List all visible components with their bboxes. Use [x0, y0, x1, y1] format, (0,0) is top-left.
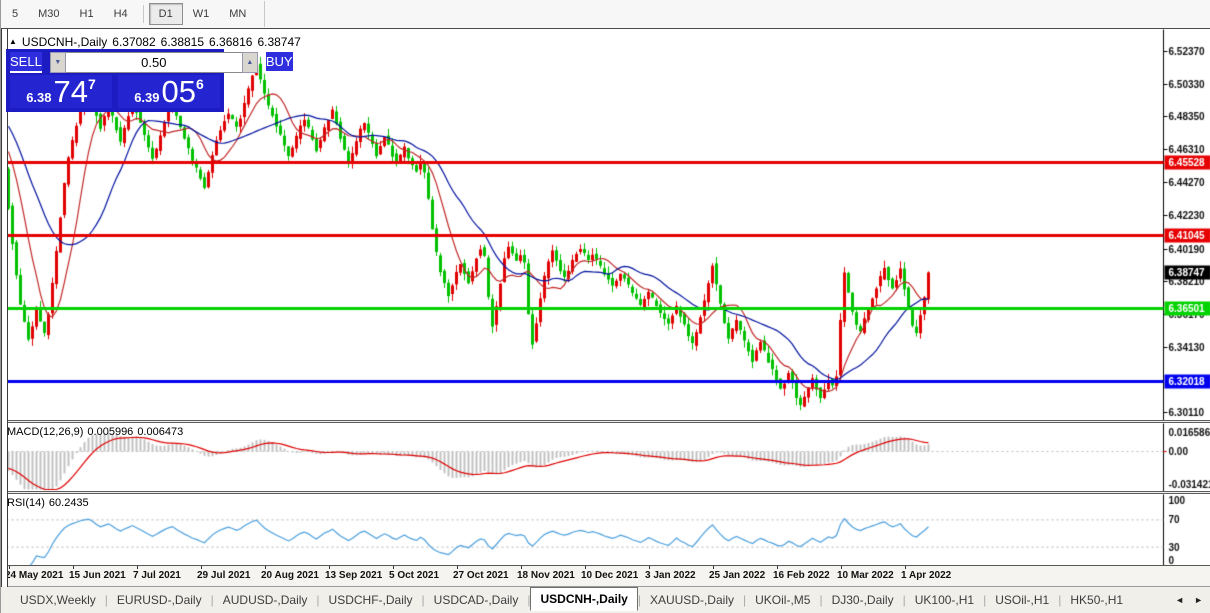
collapse-panel-icon[interactable]: ▲ — [9, 38, 17, 46]
date-label: 10 Mar 2022 — [837, 570, 894, 581]
ohlc-open: 6.37082 — [112, 35, 155, 49]
chart-window: ▲ USDCNH-,Daily 6.37082 6.38815 6.36816 … — [1, 28, 1210, 586]
tab-usdx-weekly[interactable]: USDX,Weekly — [11, 589, 105, 611]
date-tick — [9, 566, 10, 569]
timeframe-button-d1[interactable]: D1 — [149, 3, 183, 25]
date-tick — [329, 566, 330, 569]
tab-xauusd-daily[interactable]: XAUUSD-,Daily — [641, 589, 743, 611]
timeframe-button-h4[interactable]: H4 — [104, 3, 138, 25]
sell-price-pip: 7 — [88, 76, 96, 92]
rsi-panel: RSI(14)60.2435 — [1, 494, 1210, 565]
sell-button[interactable]: SELL — [10, 52, 42, 73]
timeframe-button-mn[interactable]: MN — [219, 3, 256, 25]
ohlc-low: 6.36816 — [209, 35, 252, 49]
date-tick — [201, 566, 202, 569]
timeframe-button-h1[interactable]: H1 — [70, 3, 104, 25]
date-tick — [905, 566, 906, 569]
date-label: 29 Jul 2021 — [197, 570, 250, 581]
buy-price-prefix: 6.39 — [134, 89, 159, 107]
buy-price-pip: 6 — [196, 76, 204, 92]
buy-price-display[interactable]: 6.39 05 6 — [118, 75, 220, 108]
timeframe-button-w1[interactable]: W1 — [183, 3, 220, 25]
tab-scroll-left-icon[interactable]: ◄ — [1175, 595, 1184, 605]
tab-usdcnh-daily[interactable]: USDCNH-,Daily — [530, 587, 637, 611]
timeframe-button-m30[interactable]: M30 — [28, 3, 69, 25]
sell-price-prefix: 6.38 — [26, 89, 51, 107]
buy-price-main: 05 — [162, 78, 196, 107]
macd-panel: MACD(12,26,9)0.0059960.006473 — [1, 423, 1210, 491]
date-label: 25 Jan 2022 — [709, 570, 765, 581]
price-chart-panel: ▲ USDCNH-,Daily 6.37082 6.38815 6.36816 … — [1, 29, 1210, 420]
ohlc-high: 6.38815 — [161, 35, 204, 49]
date-label: 24 May 2021 — [5, 570, 63, 581]
date-tick — [265, 566, 266, 569]
tab-usdcad-daily[interactable]: USDCAD-,Daily — [425, 589, 528, 611]
date-label: 27 Oct 2021 — [453, 570, 509, 581]
date-label: 16 Feb 2022 — [773, 570, 830, 581]
tab-audusd-daily[interactable]: AUDUSD-,Daily — [214, 589, 317, 611]
date-label: 7 Jul 2021 — [133, 570, 181, 581]
timeframe-button-5[interactable]: 5 — [2, 3, 28, 25]
tab-ukoil-m5[interactable]: UKOil-,M5 — [746, 589, 819, 611]
date-tick — [841, 566, 842, 569]
date-label: 13 Sep 2021 — [325, 570, 382, 581]
date-label: 18 Nov 2021 — [517, 570, 575, 581]
date-label: 5 Oct 2021 — [389, 570, 439, 581]
date-axis: 24 May 2021 15 Jun 2021 7 Jul 2021 29 Jul 2… — [1, 565, 1210, 587]
sell-price-display[interactable]: 6.38 74 7 — [10, 75, 112, 108]
tab-usdchf-daily[interactable]: USDCHF-,Daily — [320, 589, 422, 611]
rsi-label: RSI(14)60.2435 — [7, 497, 93, 509]
date-tick — [521, 566, 522, 569]
tab-dj30-daily[interactable]: DJ30-,Daily — [823, 589, 903, 611]
chart-symbol-period: USDCNH-,Daily — [22, 35, 107, 49]
tab-scroll-arrows: ◄ ► — [1175, 595, 1210, 605]
date-label: 20 Aug 2021 — [261, 570, 319, 581]
date-label: 15 Jun 2021 — [69, 570, 126, 581]
date-tick — [457, 566, 458, 569]
tab-eurusd-daily[interactable]: EURUSD-,Daily — [108, 589, 211, 611]
date-tick — [393, 566, 394, 569]
lot-size-stepper: ▼ ▲ — [50, 52, 258, 73]
lot-size-input[interactable] — [66, 52, 242, 73]
trading-terminal: 5M30H1H4 D1W1MN ▲ USDCNH-,Daily 6.37082 6… — [0, 0, 1210, 613]
date-tick — [713, 566, 714, 569]
tab-scroll-right-icon[interactable]: ► — [1194, 595, 1203, 605]
lot-decrease-button[interactable]: ▼ — [50, 52, 66, 73]
ohlc-close: 6.38747 — [257, 35, 300, 49]
toolbar-divider — [264, 1, 265, 27]
tab-uk100-h1[interactable]: UK100-,H1 — [906, 589, 983, 611]
sell-price-main: 74 — [54, 78, 88, 107]
tab-hk50-h1[interactable]: HK50-,H1 — [1061, 589, 1132, 611]
one-click-trading-panel: SELL ▼ ▲ BUY 6.38 74 7 6.39 — [6, 49, 224, 112]
date-tick — [73, 566, 74, 569]
chart-tab-bar: USDX,Weekly|EURUSD-,Daily|AUDUSD-,Daily|… — [1, 586, 1210, 613]
buy-button[interactable]: BUY — [266, 52, 293, 73]
toolbar-divider — [143, 5, 144, 23]
date-tick — [777, 566, 778, 569]
date-tick — [649, 566, 650, 569]
rsi-canvas[interactable] — [1, 494, 1210, 565]
macd-label: MACD(12,26,9)0.0059960.006473 — [7, 426, 187, 438]
date-tick — [585, 566, 586, 569]
timeframe-toolbar: 5M30H1H4 D1W1MN — [1, 0, 1210, 28]
date-label: 3 Jan 2022 — [645, 570, 696, 581]
lot-increase-button[interactable]: ▲ — [242, 52, 258, 73]
date-label: 1 Apr 2022 — [901, 570, 951, 581]
date-tick — [137, 566, 138, 569]
date-label: 10 Dec 2021 — [581, 570, 638, 581]
chart-header: ▲ USDCNH-,Daily 6.37082 6.38815 6.36816 … — [9, 35, 301, 49]
tab-usoil-h1[interactable]: USOil-,H1 — [986, 589, 1058, 611]
